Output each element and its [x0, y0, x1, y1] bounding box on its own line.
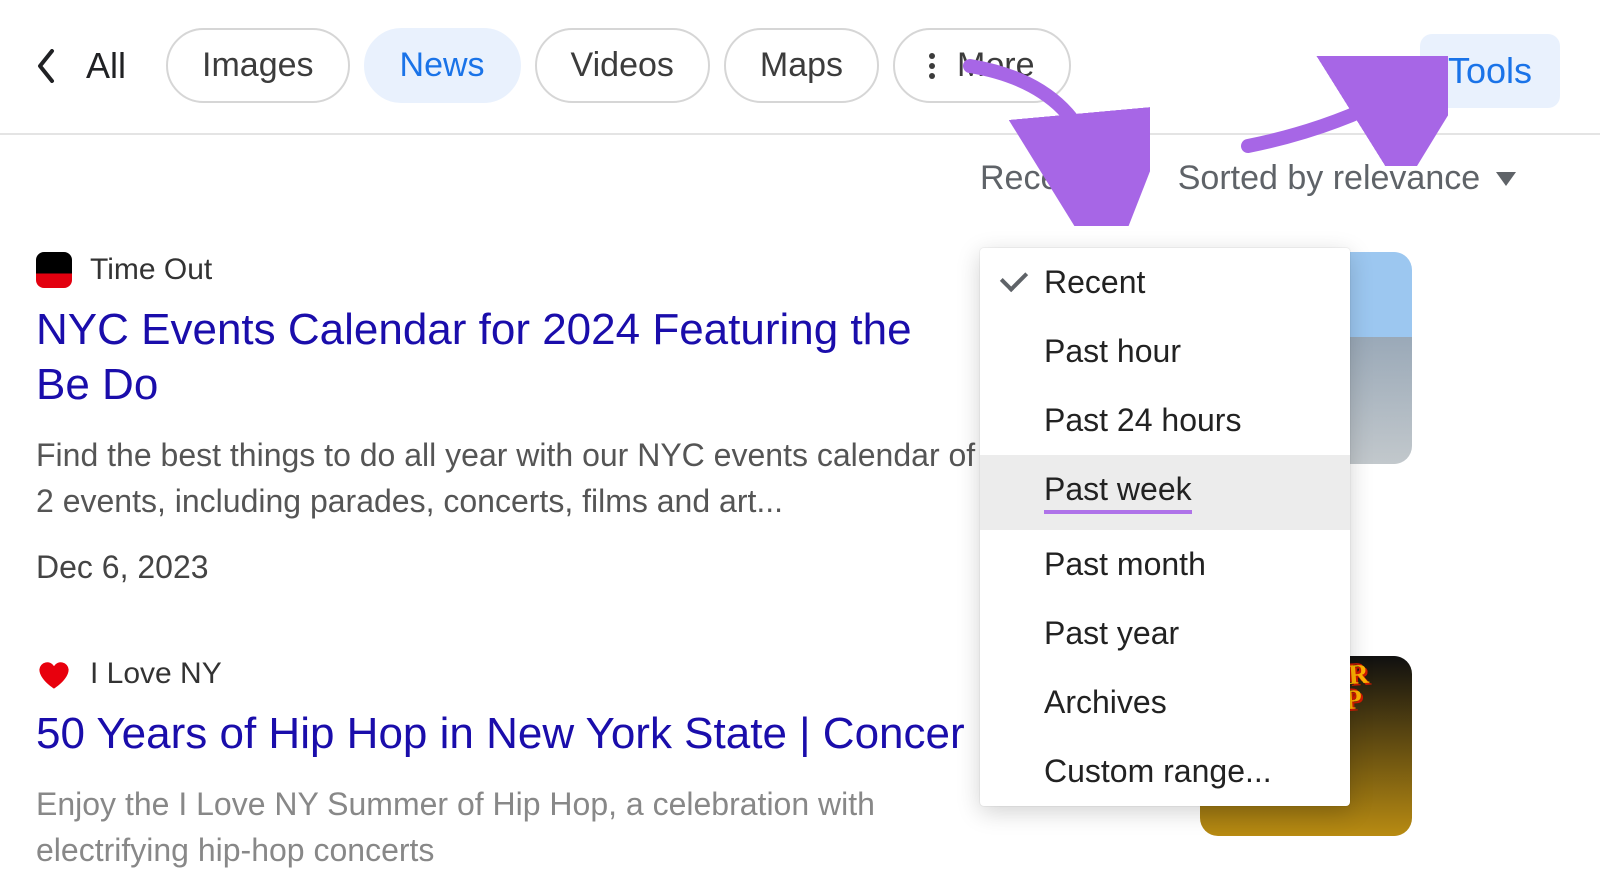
caret-down-icon — [1104, 172, 1124, 186]
dd-option-past-week[interactable]: Past week — [980, 455, 1350, 530]
back-button[interactable] — [26, 46, 66, 86]
result-snippet: Find the best things to do all year with… — [36, 432, 996, 525]
tools-button[interactable]: Tools — [1420, 34, 1560, 108]
dd-option-label: Past week — [1044, 471, 1192, 514]
result-title[interactable]: NYC Events Calendar for 2024 Featuring t… — [36, 302, 976, 412]
tab-more-label: More — [957, 46, 1034, 85]
dd-option-label: Recent — [1044, 264, 1145, 301]
tab-news-label: News — [400, 46, 485, 85]
caret-down-icon — [1496, 172, 1516, 186]
dd-option-past-24-hours[interactable]: Past 24 hours — [980, 386, 1350, 455]
dd-option-past-year[interactable]: Past year — [980, 599, 1350, 668]
tab-news[interactable]: News — [364, 28, 521, 103]
result-title[interactable]: 50 Years of Hip Hop in New York State | … — [36, 706, 976, 761]
search-tabs: All Images News Videos Maps More Tools — [0, 0, 1600, 135]
tab-all[interactable]: All — [86, 45, 126, 87]
source-icon — [36, 252, 72, 288]
tab-videos-label: Videos — [571, 46, 674, 85]
result-snippet: Enjoy the I Love NY Summer of Hip Hop, a… — [36, 781, 996, 874]
source-name: Time Out — [90, 253, 212, 287]
dd-option-label: Custom range... — [1044, 753, 1272, 790]
tab-images-label: Images — [202, 46, 314, 85]
sort-filter[interactable]: Sorted by relevance — [1178, 159, 1516, 198]
tab-videos[interactable]: Videos — [535, 28, 710, 103]
dd-option-label: Past 24 hours — [1044, 402, 1241, 439]
sort-filter-label: Sorted by relevance — [1178, 159, 1480, 198]
dd-option-label: Past hour — [1044, 333, 1181, 370]
recent-filter[interactable]: Recent — [980, 159, 1124, 198]
filters-row: Recent Sorted by relevance — [980, 135, 1600, 222]
tab-maps-label: Maps — [760, 46, 843, 85]
dd-option-custom-range[interactable]: Custom range... — [980, 737, 1350, 806]
time-filter-dropdown: Recent Past hour Past 24 hours Past week… — [980, 248, 1350, 806]
dd-option-past-month[interactable]: Past month — [980, 530, 1350, 599]
dd-option-label: Past year — [1044, 615, 1179, 652]
tab-more[interactable]: More — [893, 28, 1070, 103]
dd-option-recent[interactable]: Recent — [980, 248, 1350, 317]
source-name: I Love NY — [90, 657, 222, 691]
dd-option-past-hour[interactable]: Past hour — [980, 317, 1350, 386]
more-dots-icon — [929, 53, 935, 79]
dd-option-label: Archives — [1044, 684, 1167, 721]
source-icon — [36, 656, 72, 692]
dd-option-label: Past month — [1044, 546, 1206, 583]
tab-images[interactable]: Images — [166, 28, 350, 103]
tab-maps[interactable]: Maps — [724, 28, 879, 103]
dd-option-archives[interactable]: Archives — [980, 668, 1350, 737]
results-list: Time Out NYC Events Calendar for 2024 Fe… — [0, 252, 1600, 874]
recent-filter-label: Recent — [980, 159, 1088, 198]
